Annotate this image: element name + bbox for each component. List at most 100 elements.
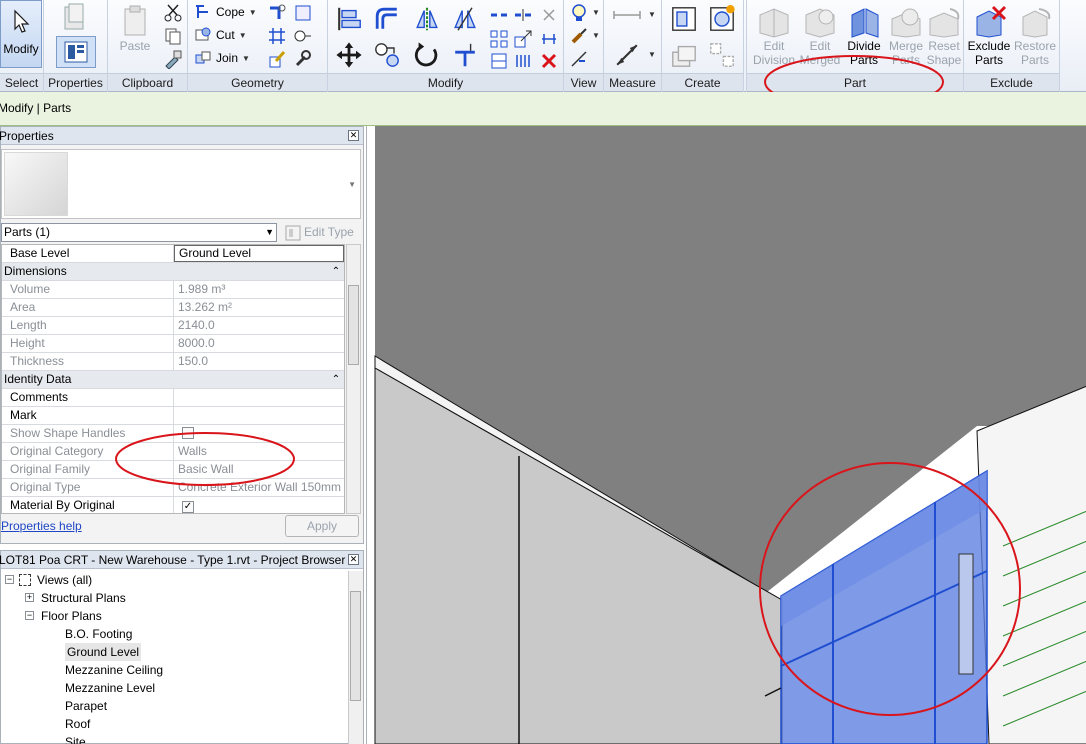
panel-label-properties: Properties — [44, 73, 107, 91]
properties-button[interactable] — [56, 36, 96, 68]
tree-node[interactable]: Parapet — [1, 697, 347, 715]
move-button[interactable] — [334, 40, 364, 70]
property-value[interactable]: 2140.0 — [174, 317, 344, 334]
property-row[interactable]: Length 2140.0 — [2, 317, 344, 335]
hide-isolate-button[interactable] — [568, 2, 590, 24]
modify-button[interactable]: Modify — [0, 0, 42, 68]
edit-profile-button[interactable] — [266, 48, 288, 70]
scrollbar-thumb[interactable] — [350, 591, 361, 701]
property-value[interactable]: 150.0 — [174, 353, 344, 370]
split-gap-button[interactable] — [512, 4, 534, 26]
delete-button[interactable] — [538, 50, 560, 72]
tree-node[interactable]: Ground Level — [1, 643, 347, 661]
property-row[interactable]: Volume 1.989 m³ — [2, 281, 344, 299]
cope-button[interactable]: Cope ▼ — [194, 2, 257, 22]
trim-extend-button[interactable] — [450, 40, 480, 70]
align-button[interactable] — [334, 4, 364, 34]
property-value[interactable]: Ground Level — [174, 245, 344, 262]
array-button[interactable] — [488, 28, 510, 50]
property-row[interactable]: Mark — [2, 407, 344, 425]
apply-button[interactable]: Apply — [285, 515, 359, 537]
checkbox-checked-icon[interactable]: ✓ — [182, 501, 194, 513]
collapse-icon[interactable]: − — [5, 575, 14, 584]
mirror-draw-axis-button[interactable] — [450, 4, 480, 34]
property-value[interactable]: ✓ — [174, 497, 344, 513]
copy-icon — [165, 28, 181, 45]
project-browser-scrollbar[interactable] — [348, 571, 363, 744]
property-row[interactable]: Height 8000.0 — [2, 335, 344, 353]
unpin-button[interactable] — [538, 4, 560, 26]
tree-node[interactable]: Mezzanine Ceiling — [1, 661, 347, 679]
copy-modify-button[interactable] — [372, 40, 402, 70]
collapse-icon[interactable]: ⌃ — [328, 371, 344, 388]
property-row[interactable]: Area 13.262 m² — [2, 299, 344, 317]
paint-button[interactable] — [292, 25, 314, 47]
tree-node[interactable]: Site — [1, 733, 347, 744]
wrench-button[interactable] — [292, 48, 314, 70]
create-group-button[interactable] — [706, 4, 738, 34]
match-properties-button[interactable] — [162, 48, 184, 70]
paste-button[interactable]: Paste — [112, 2, 158, 53]
offset-button[interactable] — [372, 4, 402, 34]
override-graphics-button[interactable] — [568, 25, 590, 47]
properties-scrollbar[interactable] — [346, 244, 361, 514]
split-face-button[interactable] — [292, 2, 314, 24]
trim-multiple-button[interactable] — [488, 50, 510, 72]
tree-node[interactable]: Roof — [1, 715, 347, 733]
create-parts-button[interactable] — [668, 40, 700, 70]
copy-button[interactable] — [162, 25, 184, 47]
property-value[interactable]: 13.262 m² — [174, 299, 344, 316]
join-button[interactable]: Join ▼ — [194, 48, 250, 68]
wall-joins-button[interactable] — [266, 2, 288, 24]
mirror-pick-axis-button[interactable] — [412, 4, 442, 34]
copy-objects-icon — [375, 43, 399, 67]
create-similar-button[interactable] — [706, 40, 738, 70]
property-group-header[interactable]: Identity Data ⌃ — [2, 371, 344, 389]
cut-geometry-button[interactable]: Cut ▼ — [194, 25, 247, 45]
join-dropdown-icon: ▼ — [242, 53, 250, 63]
exclude-parts-button[interactable]: Exclude Parts — [966, 2, 1012, 67]
group-icon — [710, 5, 735, 31]
tree-node[interactable]: − Views (all) — [1, 571, 347, 589]
property-row[interactable]: Thickness 150.0 — [2, 353, 344, 371]
extend-multiple-button[interactable] — [512, 50, 534, 72]
property-group-label: Dimensions — [4, 264, 67, 278]
split-element-button[interactable] — [488, 4, 510, 26]
aligned-dimension-button[interactable] — [612, 40, 642, 70]
context-mode-bar: Modify | Parts — [0, 92, 1086, 126]
expand-icon[interactable]: + — [25, 593, 34, 602]
tree-node[interactable]: + Structural Plans — [1, 589, 347, 607]
tree-node[interactable]: Mezzanine Level — [1, 679, 347, 697]
3d-view-canvas[interactable] — [366, 126, 1086, 744]
rotate-button[interactable] — [412, 40, 442, 70]
tree-node[interactable]: − Floor Plans — [1, 607, 347, 625]
property-value[interactable]: 1.989 m³ — [174, 281, 344, 298]
property-value[interactable]: 8000.0 — [174, 335, 344, 352]
close-icon[interactable]: ✕ — [348, 130, 359, 141]
properties-help-link[interactable]: Properties help — [1, 519, 82, 533]
chevron-down-icon[interactable]: ▼ — [348, 180, 356, 189]
linework-button[interactable] — [568, 48, 590, 70]
divide-parts-icon — [851, 8, 879, 38]
edit-type-button[interactable]: Edit Type — [285, 223, 354, 242]
create-assembly-button[interactable] — [668, 4, 700, 34]
measure-distance-button[interactable] — [612, 4, 642, 26]
scrollbar-thumb[interactable] — [348, 285, 359, 365]
property-row[interactable]: Base Level Ground Level — [2, 245, 344, 263]
demolish-button[interactable] — [266, 25, 288, 47]
property-row[interactable]: Material By Original ✓ — [2, 497, 344, 513]
type-properties-icon[interactable] — [62, 3, 88, 33]
property-group-header[interactable]: Dimensions ⌃ — [2, 263, 344, 281]
close-icon[interactable]: ✕ — [348, 554, 359, 565]
pin-button[interactable] — [538, 28, 560, 50]
property-value[interactable] — [174, 407, 344, 424]
tree-node[interactable]: B.O. Footing — [1, 625, 347, 643]
collapse-icon[interactable]: − — [25, 611, 34, 620]
scale-button[interactable] — [512, 28, 534, 50]
property-row[interactable]: Comments — [2, 389, 344, 407]
restore-parts-button[interactable]: Restore Parts — [1012, 2, 1058, 67]
type-selector-dropdown[interactable]: Parts (1) ▼ — [1, 223, 277, 242]
cut-clipboard-button[interactable] — [162, 2, 184, 24]
property-value[interactable] — [174, 389, 344, 406]
collapse-icon[interactable]: ⌃ — [328, 263, 344, 280]
